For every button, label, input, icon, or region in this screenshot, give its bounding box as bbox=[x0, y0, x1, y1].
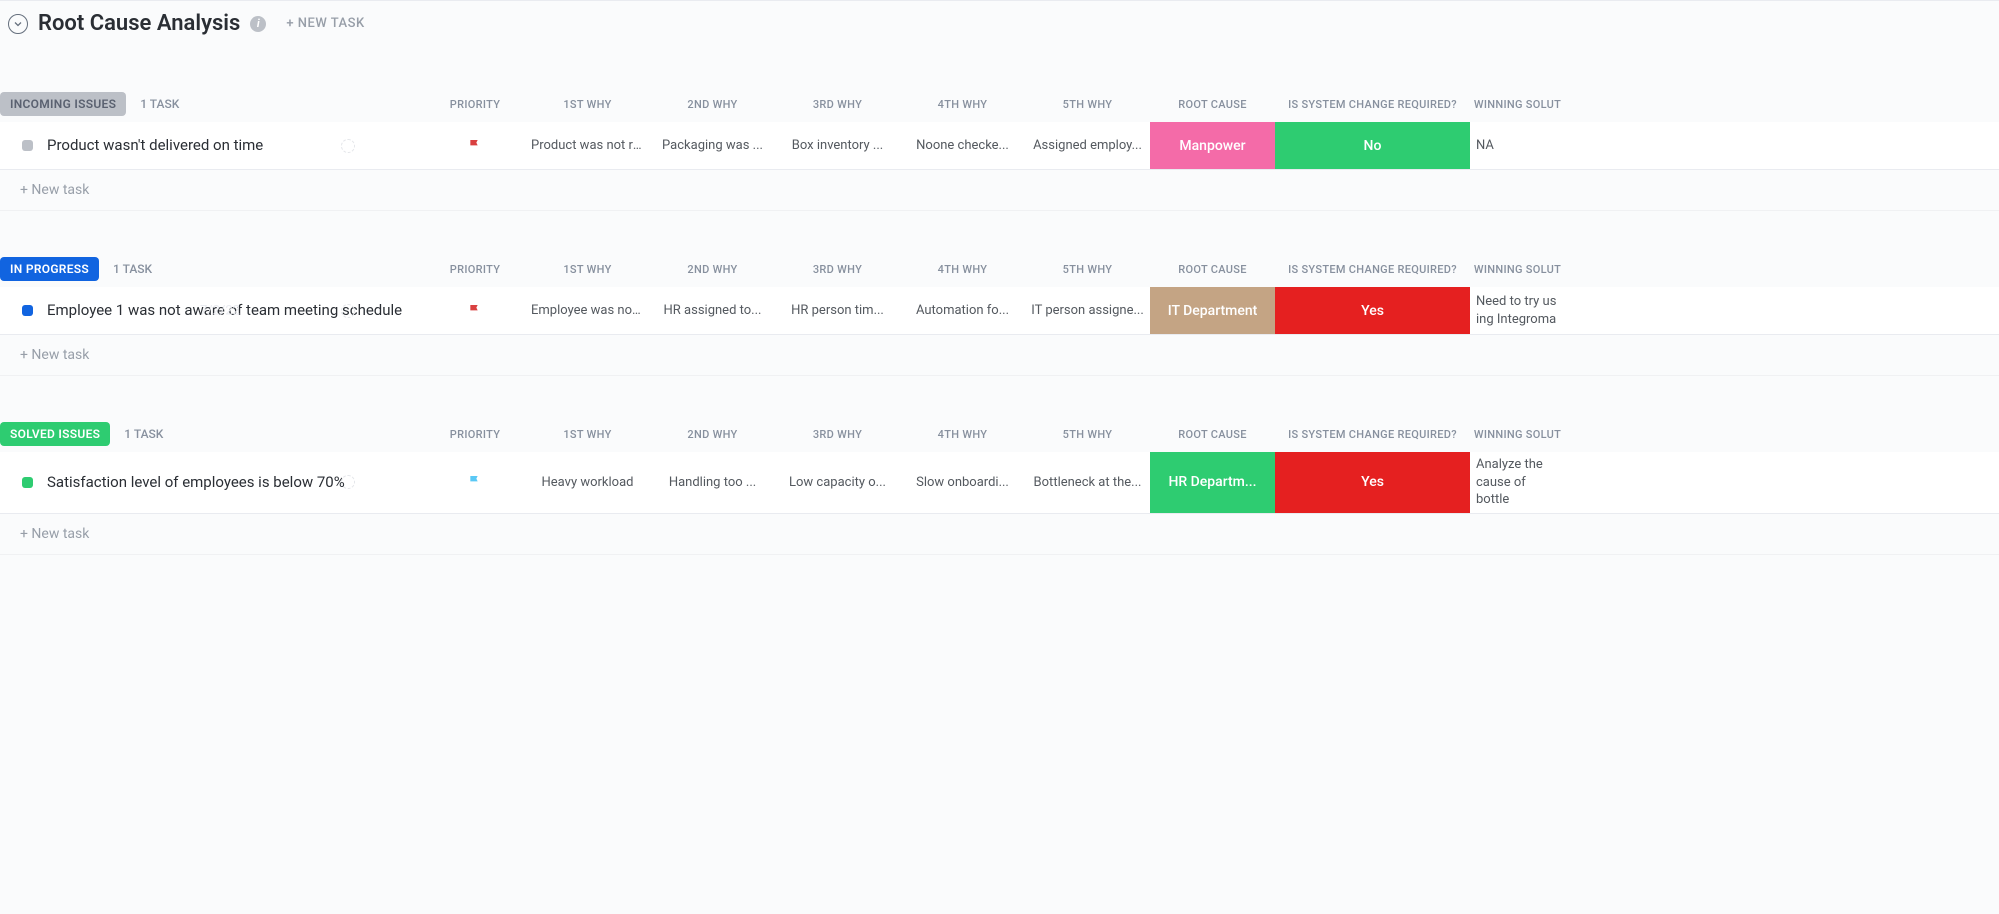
cell-root-cause[interactable]: IT Department bbox=[1150, 287, 1275, 334]
cell-why3[interactable]: HR person tim... bbox=[775, 287, 900, 334]
group-header-row: IN PROGRESS 1 TASK PRIORITY 1ST WHY 2ND … bbox=[0, 251, 1999, 287]
cell-why2[interactable]: Packaging was ... bbox=[650, 122, 775, 169]
group-section: IN PROGRESS 1 TASK PRIORITY 1ST WHY 2ND … bbox=[0, 251, 1999, 376]
status-dot-icon[interactable] bbox=[22, 140, 33, 151]
task-row[interactable]: Satisfaction level of employees is below… bbox=[0, 452, 1999, 514]
group-status-pill[interactable]: IN PROGRESS bbox=[0, 257, 99, 281]
header-new-task-button[interactable]: + NEW TASK bbox=[286, 16, 364, 31]
col-header-why2[interactable]: 2ND WHY bbox=[650, 263, 775, 276]
page-header: Root Cause Analysis i + NEW TASK bbox=[0, 0, 1999, 46]
cell-root-cause[interactable]: HR Departm... bbox=[1150, 452, 1275, 513]
new-task-button[interactable]: + New task bbox=[0, 335, 1999, 376]
col-header-winning-solution[interactable]: WINNING SOLUT bbox=[1470, 428, 1565, 441]
group-section: INCOMING ISSUES 1 TASK PRIORITY 1ST WHY … bbox=[0, 86, 1999, 211]
group-status-pill[interactable]: INCOMING ISSUES bbox=[0, 92, 126, 116]
cell-winning-solution[interactable]: Need to try us ing Integroma bbox=[1470, 287, 1565, 334]
cell-why4[interactable]: Automation fo... bbox=[900, 287, 1025, 334]
cell-priority[interactable] bbox=[425, 122, 525, 169]
page-title: Root Cause Analysis bbox=[38, 11, 240, 36]
cell-why5[interactable]: Bottleneck at the... bbox=[1025, 452, 1150, 513]
cell-why4[interactable]: Noone checke... bbox=[900, 122, 1025, 169]
cell-system-change[interactable]: No bbox=[1275, 122, 1470, 169]
col-header-system-change[interactable]: IS SYSTEM CHANGE REQUIRED? bbox=[1275, 98, 1470, 111]
cell-why3[interactable]: Low capacity o... bbox=[775, 452, 900, 513]
status-dot-icon[interactable] bbox=[22, 305, 33, 316]
column-headers: PRIORITY 1ST WHY 2ND WHY 3RD WHY 4TH WHY… bbox=[425, 263, 1999, 276]
col-header-why5[interactable]: 5TH WHY bbox=[1025, 98, 1150, 111]
task-name[interactable]: Product wasn't delivered on time bbox=[47, 135, 263, 156]
col-header-why4[interactable]: 4TH WHY bbox=[900, 428, 1025, 441]
col-header-priority[interactable]: PRIORITY bbox=[425, 428, 525, 441]
cell-system-change[interactable]: Yes bbox=[1275, 287, 1470, 334]
cell-why1[interactable]: Product was not rea... bbox=[525, 122, 650, 169]
info-icon[interactable]: i bbox=[250, 16, 266, 32]
col-header-why2[interactable]: 2ND WHY bbox=[650, 428, 775, 441]
new-task-button[interactable]: + New task bbox=[0, 170, 1999, 211]
cell-winning-solution[interactable]: NA bbox=[1470, 122, 1565, 169]
col-header-winning-solution[interactable]: WINNING SOLUT bbox=[1470, 263, 1565, 276]
cell-why5[interactable]: IT person assigne... bbox=[1025, 287, 1150, 334]
col-header-root-cause[interactable]: ROOT CAUSE bbox=[1150, 98, 1275, 111]
col-header-why3[interactable]: 3RD WHY bbox=[775, 98, 900, 111]
task-name[interactable]: Satisfaction level of employees is below… bbox=[47, 472, 345, 493]
group-header-row: SOLVED ISSUES 1 TASK PRIORITY 1ST WHY 2N… bbox=[0, 416, 1999, 452]
col-header-why2[interactable]: 2ND WHY bbox=[650, 98, 775, 111]
assignee-placeholder-icon[interactable] bbox=[341, 304, 355, 318]
col-header-system-change[interactable]: IS SYSTEM CHANGE REQUIRED? bbox=[1275, 428, 1470, 441]
cell-system-change[interactable]: Yes bbox=[1275, 452, 1470, 513]
group-status-pill[interactable]: SOLVED ISSUES bbox=[0, 422, 110, 446]
col-header-why1[interactable]: 1ST WHY bbox=[525, 428, 650, 441]
col-header-why1[interactable]: 1ST WHY bbox=[525, 98, 650, 111]
column-headers: PRIORITY 1ST WHY 2ND WHY 3RD WHY 4TH WHY… bbox=[425, 98, 1999, 111]
group-header-row: INCOMING ISSUES 1 TASK PRIORITY 1ST WHY … bbox=[0, 86, 1999, 122]
col-header-root-cause[interactable]: ROOT CAUSE bbox=[1150, 263, 1275, 276]
col-header-root-cause[interactable]: ROOT CAUSE bbox=[1150, 428, 1275, 441]
cell-why4[interactable]: Slow onboardi... bbox=[900, 452, 1025, 513]
col-header-why5[interactable]: 5TH WHY bbox=[1025, 263, 1150, 276]
cell-priority[interactable] bbox=[425, 287, 525, 334]
cell-why5[interactable]: Assigned employ... bbox=[1025, 122, 1150, 169]
task-name-cell[interactable]: Product wasn't delivered on time bbox=[0, 122, 425, 169]
assignee-placeholder-icon[interactable] bbox=[341, 139, 355, 153]
cell-why1[interactable]: Employee was not b... bbox=[525, 287, 650, 334]
group-task-count: 1 TASK bbox=[140, 97, 179, 111]
cell-priority[interactable] bbox=[425, 452, 525, 513]
collapse-toggle-icon[interactable] bbox=[8, 14, 28, 34]
col-header-why4[interactable]: 4TH WHY bbox=[900, 98, 1025, 111]
group-task-count: 1 TASK bbox=[113, 262, 152, 276]
task-row[interactable]: Product wasn't delivered on time Product… bbox=[0, 122, 1999, 170]
cell-winning-solution[interactable]: Analyze the cause of bottle bbox=[1470, 452, 1565, 513]
col-header-why3[interactable]: 3RD WHY bbox=[775, 428, 900, 441]
group-section: SOLVED ISSUES 1 TASK PRIORITY 1ST WHY 2N… bbox=[0, 416, 1999, 555]
assignee-placeholder-icon[interactable] bbox=[341, 475, 355, 489]
col-header-why5[interactable]: 5TH WHY bbox=[1025, 428, 1150, 441]
cell-why2[interactable]: Handling too ... bbox=[650, 452, 775, 513]
cell-root-cause[interactable]: Manpower bbox=[1150, 122, 1275, 169]
task-name-cell[interactable]: Employee 1 was not aware of team meeting… bbox=[0, 287, 425, 334]
new-task-button[interactable]: + New task bbox=[0, 514, 1999, 555]
col-header-why1[interactable]: 1ST WHY bbox=[525, 263, 650, 276]
cell-why3[interactable]: Box inventory ... bbox=[775, 122, 900, 169]
cell-why1[interactable]: Heavy workload bbox=[525, 452, 650, 513]
task-name-cell[interactable]: Satisfaction level of employees is below… bbox=[0, 452, 425, 513]
col-header-why4[interactable]: 4TH WHY bbox=[900, 263, 1025, 276]
col-header-priority[interactable]: PRIORITY bbox=[425, 98, 525, 111]
column-headers: PRIORITY 1ST WHY 2ND WHY 3RD WHY 4TH WHY… bbox=[425, 428, 1999, 441]
col-header-why3[interactable]: 3RD WHY bbox=[775, 263, 900, 276]
group-task-count: 1 TASK bbox=[124, 427, 163, 441]
task-row[interactable]: Employee 1 was not aware of team meeting… bbox=[0, 287, 1999, 335]
col-header-system-change[interactable]: IS SYSTEM CHANGE REQUIRED? bbox=[1275, 263, 1470, 276]
col-header-winning-solution[interactable]: WINNING SOLUT bbox=[1470, 98, 1565, 111]
cell-why2[interactable]: HR assigned to... bbox=[650, 287, 775, 334]
col-header-priority[interactable]: PRIORITY bbox=[425, 263, 525, 276]
status-dot-icon[interactable] bbox=[22, 477, 33, 488]
